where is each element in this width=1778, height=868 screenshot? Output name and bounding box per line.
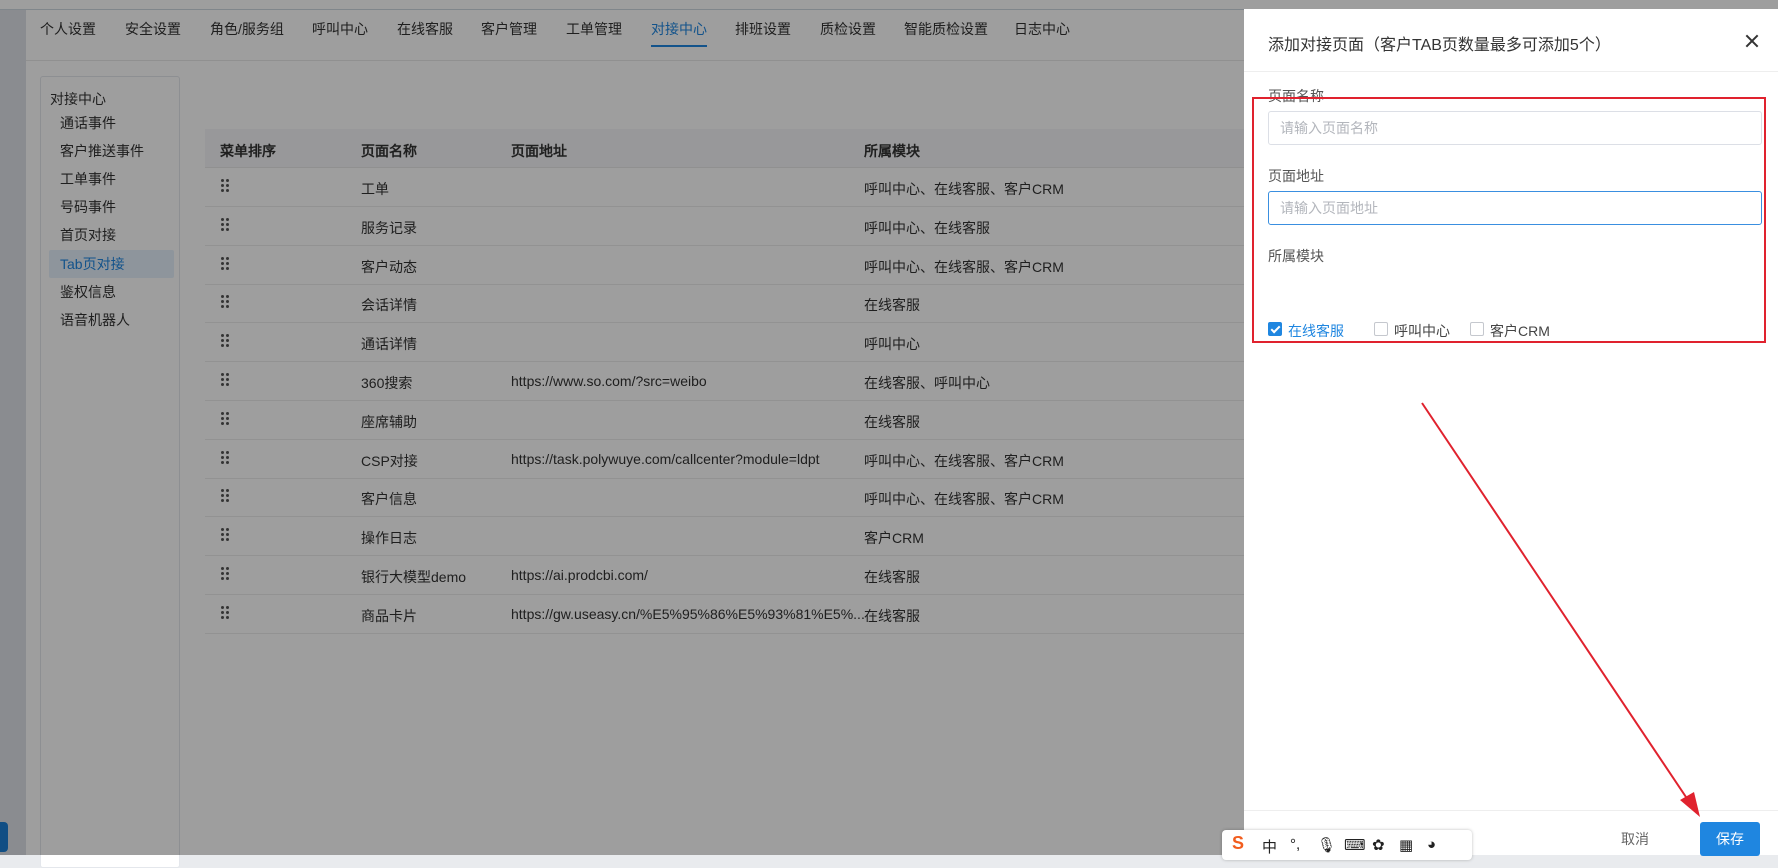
drawer-divider — [1244, 71, 1778, 72]
ime-language-toggle[interactable]: 中 — [1262, 836, 1277, 857]
mascot-icon[interactable]: ◕ — [1427, 836, 1436, 853]
ime-toolbar: S 中 °, 🎙 ⌨ ✿ ▦ ◕ — [1222, 830, 1472, 860]
microphone-icon[interactable]: 🎙 — [1317, 836, 1336, 854]
keyboard-icon[interactable]: ⌨ — [1344, 836, 1366, 854]
cancel-button[interactable]: 取消 — [1610, 824, 1660, 854]
skin-icon[interactable]: ✿ — [1372, 836, 1385, 854]
save-button[interactable]: 保存 — [1700, 822, 1760, 856]
drawer-footer-divider — [1244, 810, 1778, 811]
drawer-title: 添加对接页面（客户TAB页数量最多可添加5个） — [1268, 37, 1611, 54]
add-page-drawer: 添加对接页面（客户TAB页数量最多可添加5个） 页面名称 页面地址 所属模块 在… — [1244, 9, 1778, 856]
apps-grid-icon[interactable]: ▦ — [1399, 836, 1413, 854]
sogou-logo-icon[interactable]: S — [1232, 833, 1244, 854]
punctuation-icon[interactable]: °, — [1290, 836, 1300, 853]
annotation-highlight-box — [1252, 97, 1766, 343]
close-icon[interactable] — [1742, 31, 1762, 51]
